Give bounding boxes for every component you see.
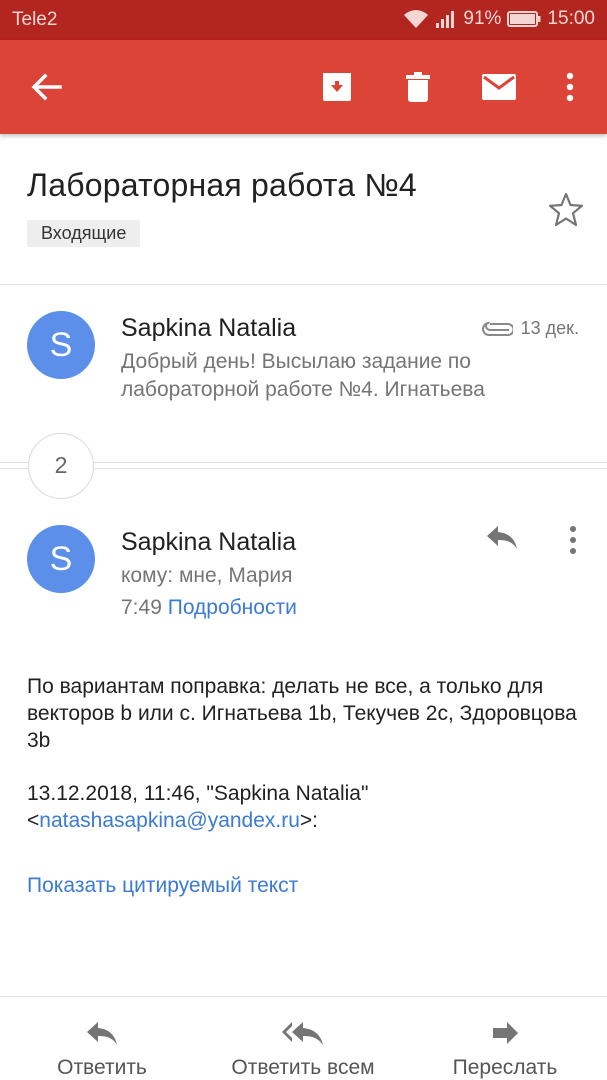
reply-button[interactable]	[485, 523, 529, 563]
quote-email-line: <natashasapkina@yandex.ru>:	[27, 807, 368, 834]
collapsed-count-button[interactable]: 2	[28, 433, 94, 499]
sender-name: Sapkina Natalia	[121, 528, 297, 556]
more-vert-icon	[570, 526, 576, 554]
wifi-icon	[404, 10, 429, 28]
recipients-line: кому: мне, Мария	[121, 564, 293, 587]
bottom-forward-button[interactable]: Переслать	[405, 1019, 605, 1080]
show-quoted-text-link[interactable]: Показать цитируемый текст	[27, 874, 298, 898]
delete-icon	[406, 72, 430, 102]
message-date: 13 дек.	[520, 318, 579, 338]
bottom-action-bar: Ответить Ответить всем Переслать	[0, 996, 607, 1080]
mark-unread-icon	[482, 74, 516, 100]
battery-percent: 91%	[463, 8, 502, 29]
header-divider	[0, 284, 607, 285]
battery-icon	[507, 11, 541, 27]
bottom-reply-label: Ответить	[57, 1056, 147, 1079]
reply-icon	[487, 526, 517, 549]
label-chip-inbox[interactable]: Входящие	[27, 220, 141, 247]
attachment-icon	[481, 321, 513, 336]
back-button[interactable]	[21, 62, 71, 112]
quote-header: 13.12.2018, 11:46, "Sapkina Natalia" <na…	[27, 780, 368, 834]
forward-icon	[493, 1022, 518, 1044]
star-button[interactable]	[546, 190, 586, 230]
status-bar: Tele2 91% 15:00	[0, 0, 607, 40]
details-link[interactable]: Подробности	[168, 596, 297, 619]
clock: 15:00	[547, 8, 595, 29]
message-time: 7:49	[121, 596, 162, 619]
time-line: 7:49 Подробности	[121, 596, 297, 620]
mark-unread-button[interactable]	[474, 62, 524, 112]
archive-icon	[323, 73, 351, 101]
quote-date-line: 13.12.2018, 11:46, "Sapkina Natalia"	[27, 782, 369, 805]
signal-icon	[436, 11, 455, 28]
archive-button[interactable]	[312, 62, 362, 112]
reply-all-icon	[282, 1022, 323, 1045]
more-vert-icon	[566, 72, 574, 102]
reply-icon	[87, 1022, 117, 1045]
thread-subject: Лабораторная работа №4	[27, 167, 417, 203]
bottom-reply-all-label: Ответить всем	[231, 1056, 375, 1079]
sender-name: Sapkina Natalia	[121, 314, 297, 342]
message-body: По вариантам поправка: делать не все, а …	[27, 675, 577, 752]
bottom-reply-all-button[interactable]: Ответить всем	[203, 1019, 403, 1080]
quote-email-link[interactable]: natashasapkina@yandex.ru	[39, 809, 300, 832]
message-snippet: Добрый день! Высылаю задание по лаборато…	[121, 350, 485, 401]
avatar: S	[27, 311, 95, 379]
carrier-name: Tele2	[12, 9, 58, 30]
back-arrow-icon	[31, 73, 62, 101]
message-more-button[interactable]	[560, 522, 586, 558]
bottom-reply-button[interactable]: Ответить	[2, 1019, 202, 1080]
more-options-button[interactable]	[545, 62, 595, 112]
quote-bracket-open: <	[27, 809, 40, 832]
star-outline-icon	[548, 192, 584, 227]
delete-button[interactable]	[393, 62, 443, 112]
bottom-forward-label: Переслать	[452, 1056, 558, 1079]
avatar: S	[27, 525, 95, 593]
app-bar	[0, 40, 607, 134]
quote-bracket-close: >:	[299, 809, 319, 832]
